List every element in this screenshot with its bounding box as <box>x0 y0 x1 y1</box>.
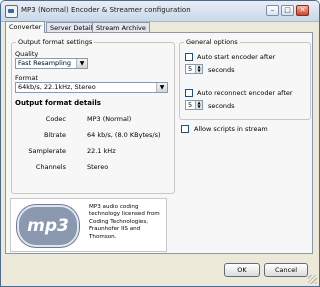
tab-stream-archive[interactable]: Stream Archive <box>92 22 150 32</box>
spin-down-icon[interactable]: ▼ <box>195 105 202 109</box>
ok-button[interactable]: OK <box>224 263 260 277</box>
detail-value-codec: MP3 (Normal) <box>87 115 132 123</box>
detail-key-samplerate: Samplerate <box>28 147 66 155</box>
quality-select-value: Fast Resampling <box>18 59 72 67</box>
minimize-button[interactable]: – <box>266 5 279 16</box>
quality-select[interactable]: Fast Resampling ▼ <box>15 58 88 69</box>
allow-scripts-label: Allow scripts in stream <box>194 125 268 133</box>
general-options-group-title: General options <box>186 38 238 46</box>
auto-reconnect-seconds-value: 5 <box>188 101 193 109</box>
detail-value-channels: Stereo <box>87 163 109 171</box>
converter-panel: Output format settings Quality Fast Resa… <box>5 32 313 254</box>
maximize-button[interactable]: □ <box>281 5 294 16</box>
close-button[interactable]: ✕ <box>296 5 309 16</box>
auto-start-checkbox[interactable] <box>185 53 193 61</box>
format-select[interactable]: 64kb/s, 22.1kHz, Stereo ▼ <box>15 82 168 93</box>
output-format-group-title: Output format settings <box>18 38 93 46</box>
auto-reconnect-seconds-spinner[interactable]: 5 ▲ ▼ <box>185 100 203 110</box>
app-icon <box>5 5 18 18</box>
detail-key-bitrate: Bitrate <box>43 131 66 139</box>
mp3-logo-text: mp3 <box>27 216 69 236</box>
detail-key-codec: Codec <box>45 115 66 123</box>
cancel-button[interactable]: Cancel <box>264 263 308 277</box>
detail-key-channels: Channels <box>35 163 66 171</box>
license-text: MP3 audio coding technology licensed fro… <box>89 204 160 240</box>
allow-scripts-checkbox[interactable] <box>181 125 189 133</box>
chevron-down-icon[interactable]: ▼ <box>156 83 167 92</box>
auto-start-unit: seconds <box>208 66 235 74</box>
quality-label: Quality <box>15 50 39 58</box>
detail-value-samplerate: 22.1 kHz <box>87 147 116 155</box>
auto-reconnect-label: Auto reconnect encoder after <box>197 89 293 97</box>
auto-reconnect-unit: seconds <box>208 102 235 110</box>
config-dialog: MP3 (Normal) Encoder & Streamer configur… <box>0 0 320 287</box>
format-label: Format <box>15 74 38 82</box>
output-details-title: Output format details <box>15 99 101 107</box>
auto-reconnect-checkbox[interactable] <box>185 89 193 97</box>
tab-converter[interactable]: Converter <box>5 21 46 33</box>
chevron-down-icon[interactable]: ▼ <box>76 59 87 68</box>
title-bar[interactable]: MP3 (Normal) Encoder & Streamer configur… <box>1 1 319 22</box>
auto-start-label: Auto start encoder after <box>197 53 276 61</box>
mp3-license-box: mp3 MP3 audio coding technology licensed… <box>10 198 167 252</box>
detail-value-bitrate: 64 kb/s, (8.0 KBytes/s) <box>87 131 161 139</box>
spin-down-icon[interactable]: ▼ <box>195 69 202 73</box>
resize-grip[interactable] <box>308 275 317 284</box>
mp3-logo: mp3 <box>17 205 79 247</box>
window-title: MP3 (Normal) Encoder & Streamer configur… <box>21 6 191 14</box>
auto-start-seconds-value: 5 <box>188 65 193 73</box>
format-select-value: 64kb/s, 22.1kHz, Stereo <box>18 83 96 91</box>
auto-start-seconds-spinner[interactable]: 5 ▲ ▼ <box>185 64 203 74</box>
